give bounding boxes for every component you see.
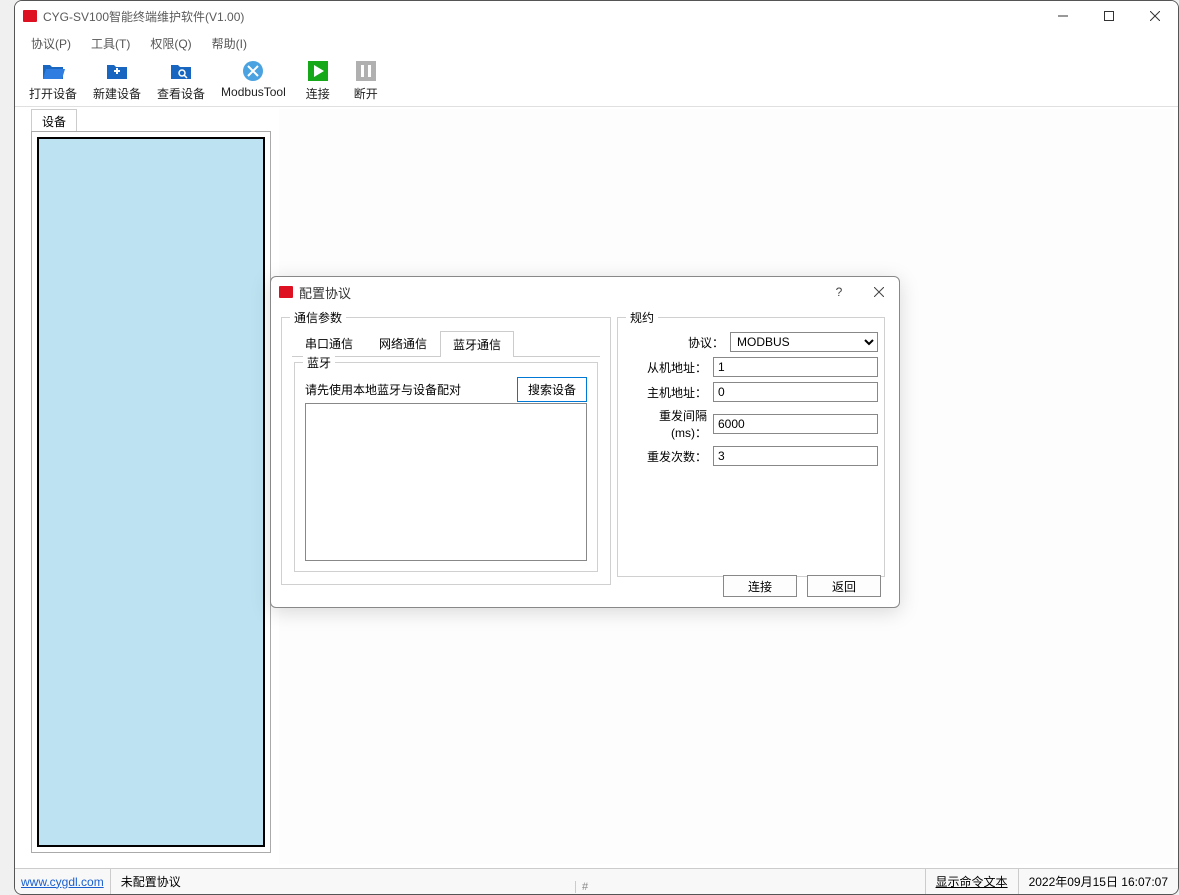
play-icon [306, 59, 330, 83]
title-bar: CYG-SV100智能终端维护软件(V1.00) [15, 1, 1178, 31]
dialog-back-button[interactable]: 返回 [807, 575, 881, 597]
dialog-close-button[interactable] [859, 277, 899, 307]
folder-open-icon [41, 59, 65, 83]
new-device-label: 新建设备 [93, 85, 141, 102]
menu-permission[interactable]: 权限(Q) [140, 32, 201, 55]
status-timestamp: 2022年09月15日 16:07:07 [1018, 869, 1178, 894]
maximize-button[interactable] [1086, 1, 1132, 31]
status-bar: www.cygdl.com 未配置协议 显示命令文本 2022年09月15日 1… [15, 868, 1178, 894]
devices-panel [31, 131, 271, 853]
new-device-button[interactable]: 新建设备 [85, 57, 149, 104]
dialog-body: 通信参数 串口通信 网络通信 蓝牙通信 蓝牙 请先使用本地蓝牙与设备配对 搜索设… [271, 307, 899, 607]
proto-legend: 规约 [626, 309, 658, 326]
resend-interval-input[interactable] [713, 414, 878, 434]
tab-serial[interactable]: 串口通信 [292, 330, 366, 356]
open-device-button[interactable]: 打开设备 [21, 57, 85, 104]
devices-tab[interactable]: 设备 [31, 109, 77, 133]
bluetooth-group: 蓝牙 请先使用本地蓝牙与设备配对 搜索设备 [294, 362, 598, 572]
view-device-button[interactable]: 查看设备 [149, 57, 213, 104]
window-title: CYG-SV100智能终端维护软件(V1.00) [43, 8, 244, 25]
connect-label: 连接 [306, 85, 330, 102]
toolbar: 打开设备 新建设备 查看设备 ModbusTool 连接 断开 [15, 55, 1178, 107]
config-protocol-dialog: 配置协议 ? 通信参数 串口通信 网络通信 蓝牙通信 蓝牙 请先使用本地蓝牙与设… [270, 276, 900, 608]
comm-legend: 通信参数 [290, 309, 346, 326]
slave-addr-input[interactable] [713, 357, 878, 377]
master-addr-input[interactable] [713, 382, 878, 402]
folder-plus-icon [105, 59, 129, 83]
dialog-connect-button[interactable]: 连接 [723, 575, 797, 597]
label-slave-addr: 从机地址： [624, 359, 707, 376]
bottom-hash: # [575, 881, 588, 893]
protocol-group: 规约 协议： MODBUS 从机地址： 主机地址： 重发间隔(ms) [617, 317, 885, 577]
close-button[interactable] [1132, 1, 1178, 31]
retry-count-input[interactable] [713, 446, 878, 466]
comm-tabs: 串口通信 网络通信 蓝牙通信 [292, 330, 600, 357]
label-resend-interval: 重发间隔(ms)： [624, 407, 707, 441]
bt-device-list[interactable] [305, 403, 587, 561]
modbus-tool-label: ModbusTool [221, 85, 286, 99]
disconnect-button[interactable]: 断开 [342, 57, 390, 104]
bt-message: 请先使用本地蓝牙与设备配对 [305, 381, 461, 398]
tab-bluetooth[interactable]: 蓝牙通信 [440, 331, 514, 357]
protocol-select[interactable]: MODBUS [730, 332, 878, 352]
menu-help[interactable]: 帮助(I) [202, 32, 257, 55]
bt-search-button[interactable]: 搜索设备 [517, 377, 587, 402]
app-icon [23, 10, 37, 22]
open-device-label: 打开设备 [29, 85, 77, 102]
tool-icon [241, 59, 265, 83]
label-protocol: 协议： [624, 334, 724, 351]
minimize-button[interactable] [1040, 1, 1086, 31]
dialog-help-button[interactable]: ? [819, 277, 859, 307]
devices-tree[interactable] [37, 137, 265, 847]
folder-search-icon [169, 59, 193, 83]
pause-icon [354, 59, 378, 83]
comm-params-group: 通信参数 串口通信 网络通信 蓝牙通信 蓝牙 请先使用本地蓝牙与设备配对 搜索设… [281, 317, 611, 585]
menu-protocol[interactable]: 协议(P) [21, 32, 81, 55]
tab-network[interactable]: 网络通信 [366, 330, 440, 356]
status-protocol: 未配置协议 [110, 869, 191, 894]
view-device-label: 查看设备 [157, 85, 205, 102]
disconnect-label: 断开 [354, 85, 378, 102]
bt-legend: 蓝牙 [303, 354, 335, 371]
show-cmd-text-button[interactable]: 显示命令文本 [936, 873, 1008, 890]
app-icon [279, 286, 293, 298]
connect-button[interactable]: 连接 [294, 57, 342, 104]
menu-bar: 协议(P) 工具(T) 权限(Q) 帮助(I) [15, 31, 1178, 55]
label-retry-count: 重发次数： [624, 448, 707, 465]
modbus-tool-button[interactable]: ModbusTool [213, 57, 294, 101]
label-master-addr: 主机地址： [624, 384, 707, 401]
menu-tools[interactable]: 工具(T) [81, 32, 140, 55]
status-url[interactable]: www.cygdl.com [15, 875, 110, 889]
dialog-title-bar: 配置协议 ? [271, 277, 899, 307]
devices-tab-wrap: 设备 [31, 109, 77, 133]
dialog-title: 配置协议 [299, 283, 351, 302]
